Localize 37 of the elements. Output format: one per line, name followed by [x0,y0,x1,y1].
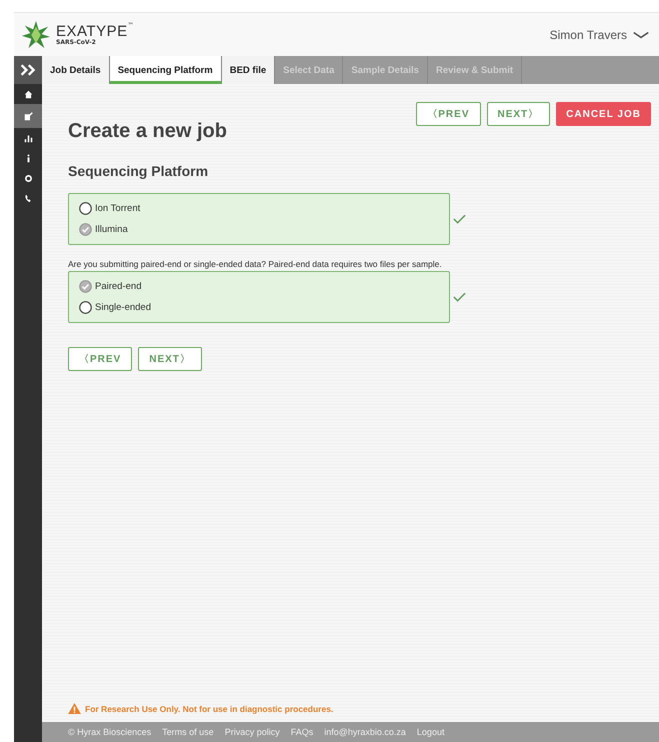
brand-name: EXATYPE [56,23,128,40]
button[interactable]: 〈PREV [68,347,132,371]
footer-link[interactable]: Logout [416,727,444,737]
button[interactable]: CANCEL JOB [556,102,651,126]
radio-button[interactable] [79,223,92,236]
page-title: Create a new job [68,120,228,143]
phone-icon[interactable] [24,194,32,202]
radio-button[interactable] [79,202,92,215]
sidebar-toggle[interactable] [14,56,42,84]
button[interactable]: NEXT〉 [486,102,550,126]
option-label[interactable]: Illumina [95,224,128,235]
chevron-down-icon[interactable] [633,30,649,38]
user-name[interactable]: Simon Travers [550,28,627,42]
copyright-text: © Hyrax Biosciences [68,727,152,737]
logo-icon [22,20,50,50]
chart-icon[interactable] [24,134,32,142]
tab[interactable]: BED file [222,56,276,84]
double-chevron-icon[interactable] [20,64,36,76]
section-title: Sequencing Platform [68,163,210,179]
question-text: Are you submitting paired-end or single-ended data? Paired-end data requires two files per sample. [68,259,443,269]
warning-icon [68,703,81,714]
footer-link[interactable]: Terms of use [162,727,214,737]
radio-button[interactable] [79,301,92,314]
edit-icon[interactable] [24,112,32,120]
footer-link[interactable]: FAQs [290,727,314,737]
button[interactable]: NEXT〉 [138,347,202,371]
tab[interactable]: Sequencing Platform [110,56,222,84]
warning-text: For Research Use Only. Not for use in diagnostic procedures. [85,704,334,714]
footer-link[interactable]: info@hyraxbio.co.za [324,727,406,737]
home-icon[interactable] [24,90,32,98]
option-label[interactable]: Single-ended [95,302,151,313]
option-label[interactable]: Paired-end [95,281,142,292]
button[interactable]: 〈PREV [416,102,480,126]
radio-button[interactable] [79,280,92,293]
tab[interactable]: Job Details [42,56,110,84]
option-label[interactable]: Ion Torrent [95,203,140,214]
footer-link[interactable]: Privacy policy [224,727,280,737]
